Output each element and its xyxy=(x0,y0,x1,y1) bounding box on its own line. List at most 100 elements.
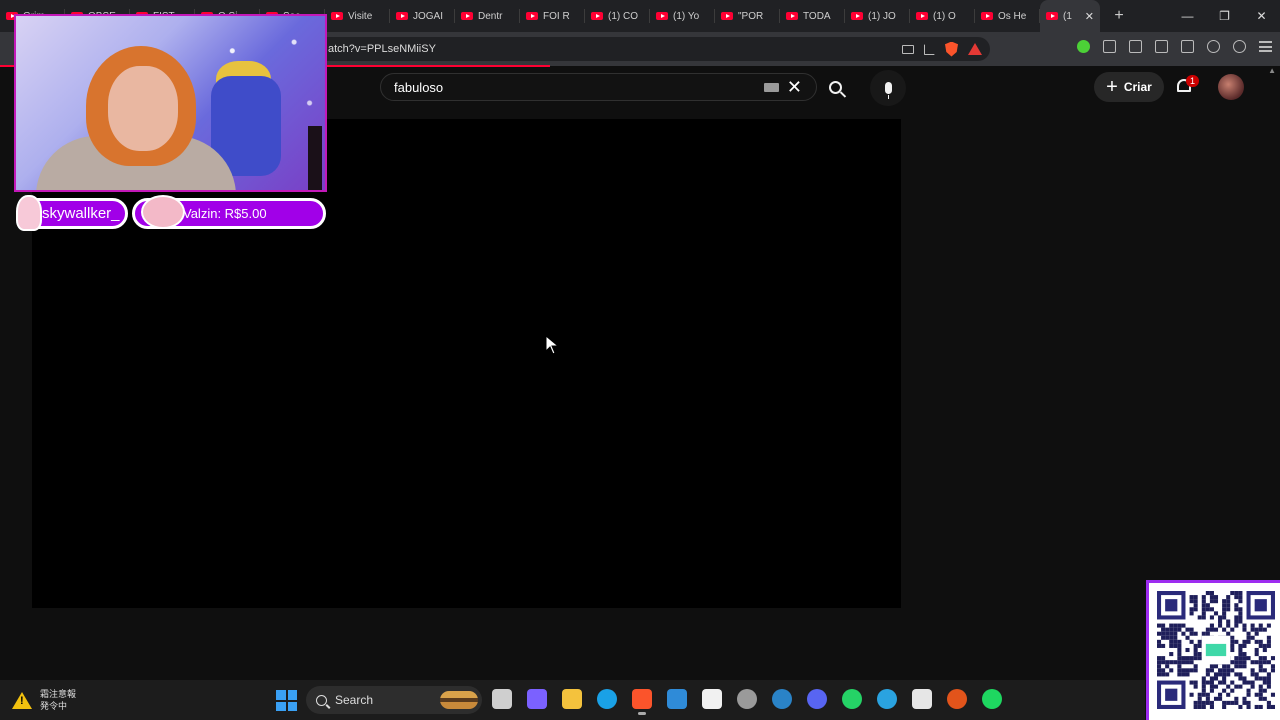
browser-tab[interactable]: JOGAI xyxy=(390,0,455,32)
browser-tab[interactable]: FOI R xyxy=(520,0,585,32)
create-button[interactable]: + Criar xyxy=(1094,72,1164,102)
browser-tab[interactable]: (1 ✕ xyxy=(1040,0,1100,32)
screenshot-icon[interactable] xyxy=(1129,40,1142,53)
share-icon[interactable] xyxy=(924,43,935,55)
youtube-favicon-icon xyxy=(1046,12,1058,20)
youtube-search-box[interactable]: fabuloso ✕ xyxy=(380,73,817,101)
windows-logo-pane xyxy=(276,690,286,700)
qr-module xyxy=(1246,680,1251,685)
qr-module xyxy=(1262,660,1267,665)
keyboard-icon[interactable] xyxy=(763,82,779,92)
brave-alt-icon[interactable] xyxy=(947,689,967,709)
address-bar[interactable]: atch?v=PPLseNMiiSY xyxy=(300,37,990,61)
browser-tab[interactable]: (1) CO xyxy=(585,0,650,32)
search-button[interactable] xyxy=(817,73,853,101)
qr-module xyxy=(1266,676,1271,681)
telegram-icon[interactable] xyxy=(877,689,897,709)
voice-search-button[interactable] xyxy=(870,70,906,106)
restore-button[interactable]: ❐ xyxy=(1206,0,1243,32)
browser-tab[interactable]: Dentr xyxy=(455,0,520,32)
qr-module xyxy=(1250,635,1255,640)
qr-module xyxy=(1254,704,1259,709)
qr-module xyxy=(1193,664,1198,669)
browser-tab[interactable]: (1) O xyxy=(910,0,975,32)
obs-icon[interactable] xyxy=(737,689,757,709)
qr-module xyxy=(1266,700,1271,705)
qr-module xyxy=(1181,623,1186,628)
whatsapp-icon[interactable] xyxy=(842,689,862,709)
qr-module xyxy=(1254,647,1259,653)
qr-module xyxy=(1234,595,1239,600)
notification-badge: 1 xyxy=(1186,75,1199,87)
steam-icon[interactable] xyxy=(772,689,792,709)
new-tab-button[interactable]: + xyxy=(1104,7,1134,25)
qr-module xyxy=(1205,631,1210,636)
file-explorer-icon[interactable] xyxy=(562,689,582,709)
extension-green-icon[interactable] xyxy=(1077,40,1090,53)
spotify-icon[interactable] xyxy=(982,689,1002,709)
qr-module xyxy=(1165,660,1170,665)
address-text: atch?v=PPLseNMiiSY xyxy=(328,43,436,55)
search-highlight-image xyxy=(440,691,478,709)
minimize-button[interactable]: — xyxy=(1169,0,1206,32)
task-view-icon[interactable] xyxy=(492,689,512,709)
brave-rewards-icon[interactable] xyxy=(968,43,982,55)
leo-ai-icon[interactable] xyxy=(1207,40,1220,53)
vpn-icon[interactable] xyxy=(1233,40,1246,53)
weather-widget[interactable]: 霜注意報 発令中 xyxy=(12,688,76,712)
qr-module xyxy=(1169,668,1174,673)
brave-icon[interactable] xyxy=(632,689,652,715)
qr-module xyxy=(1234,603,1239,608)
youtube-favicon-icon xyxy=(916,12,928,20)
epic-games-icon[interactable] xyxy=(912,689,932,709)
qr-module xyxy=(1238,672,1243,677)
qr-module xyxy=(1201,611,1206,616)
browser-tab[interactable]: (1) Yo xyxy=(650,0,715,32)
qr-module xyxy=(1258,623,1263,628)
microsoft-store-icon[interactable] xyxy=(667,689,687,709)
qr-module xyxy=(1242,656,1247,661)
start-button[interactable] xyxy=(276,690,297,711)
browser-tab[interactable]: (1) JO xyxy=(845,0,910,32)
search-input[interactable]: fabuloso xyxy=(394,80,443,95)
extensions-puzzle-icon[interactable] xyxy=(1103,40,1116,53)
close-window-button[interactable]: ✕ xyxy=(1243,0,1280,32)
qr-module xyxy=(1226,668,1231,673)
qr-module xyxy=(1246,656,1251,661)
close-tab-icon[interactable]: ✕ xyxy=(1085,10,1094,23)
qr-module xyxy=(1209,684,1214,689)
browser-tab[interactable]: Visite xyxy=(325,0,390,32)
capcut-icon[interactable] xyxy=(702,689,722,709)
edge-icon[interactable] xyxy=(597,689,617,709)
browser-tab[interactable]: TODA xyxy=(780,0,845,32)
notifications-button[interactable]: 1 xyxy=(1172,75,1199,99)
cast-icon[interactable] xyxy=(902,44,914,54)
taskbar-search[interactable]: Search xyxy=(306,686,482,714)
qr-module xyxy=(1230,688,1235,693)
browser-tab[interactable]: Os He xyxy=(975,0,1040,32)
video-player[interactable] xyxy=(32,119,901,608)
qr-module xyxy=(1205,696,1210,701)
browser-tab[interactable]: "POR xyxy=(715,0,780,32)
menu-icon[interactable] xyxy=(1259,41,1272,52)
brave-shields-icon[interactable] xyxy=(945,41,958,57)
copilot-icon[interactable] xyxy=(527,689,547,709)
scroll-up-arrow-icon[interactable]: ▲ xyxy=(1268,66,1276,75)
discord-icon[interactable] xyxy=(807,689,827,709)
qr-module xyxy=(1270,668,1275,673)
sidebar-icon[interactable] xyxy=(1155,40,1168,53)
qr-module xyxy=(1213,595,1219,600)
wallet-icon[interactable] xyxy=(1181,40,1194,53)
clear-search-icon[interactable]: ✕ xyxy=(787,78,802,96)
windows-logo-pane xyxy=(287,690,297,700)
qr-module xyxy=(1157,639,1162,644)
qr-module xyxy=(1169,635,1174,640)
qr-module xyxy=(1230,643,1235,648)
windows-logo-pane xyxy=(287,701,297,711)
qr-code xyxy=(1146,580,1280,720)
qr-module xyxy=(1218,615,1223,620)
avatar[interactable] xyxy=(1218,74,1244,100)
plus-icon: + xyxy=(1106,76,1118,98)
qr-module xyxy=(1185,656,1190,661)
qr-module xyxy=(1258,692,1263,697)
